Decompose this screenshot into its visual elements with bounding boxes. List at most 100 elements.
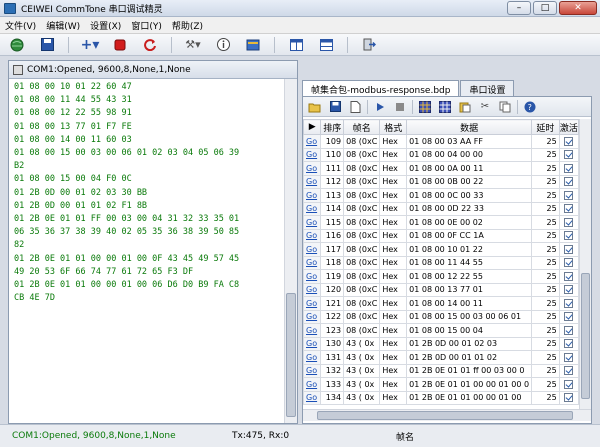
column-header-active[interactable]: 激活: [558, 119, 579, 135]
table-row[interactable]: Go 111 08 (0xC Hex 01 08 00 0A 00 11 25: [303, 161, 579, 176]
table-row[interactable]: Go 112 08 (0xC Hex 01 08 00 0B 00 22 25: [303, 174, 579, 189]
table-row[interactable]: Go 116 08 (0xC Hex 01 08 00 0F CC 1A 25: [303, 228, 579, 243]
go-link[interactable]: Go: [303, 201, 322, 216]
go-link[interactable]: Go: [303, 188, 322, 203]
help-icon[interactable]: ?: [522, 99, 538, 115]
go-link[interactable]: Go: [303, 390, 322, 405]
active-checkbox[interactable]: [564, 312, 574, 322]
frame-grid-hscroll[interactable]: [303, 409, 591, 421]
table-row[interactable]: Go 133 43 ( 0x Hex 01 2B 0E 01 01 00 00 01 0…: [303, 377, 579, 392]
active-checkbox[interactable]: [564, 150, 574, 160]
grid-remove-icon[interactable]: [437, 99, 453, 115]
table-row[interactable]: Go 115 08 (0xC Hex 01 08 00 0E 00 02 25: [303, 215, 579, 230]
go-link[interactable]: Go: [303, 323, 322, 338]
active-checkbox[interactable]: [564, 379, 574, 389]
table-row[interactable]: Go 120 08 (0xC Hex 01 08 00 13 77 01 25: [303, 282, 579, 297]
active-checkbox[interactable]: [564, 325, 574, 335]
new-file-icon[interactable]: [347, 99, 363, 115]
go-link[interactable]: Go: [303, 309, 322, 324]
copy-icon[interactable]: [497, 99, 513, 115]
table-row[interactable]: Go 134 43 ( 0x Hex 01 2B 0E 01 01 00 00 01 0…: [303, 390, 579, 405]
save-icon[interactable]: [38, 36, 56, 54]
active-checkbox[interactable]: [564, 204, 574, 214]
table-row[interactable]: Go 114 08 (0xC Hex 01 08 00 0D 22 33 25: [303, 201, 579, 216]
save-icon[interactable]: [327, 99, 343, 115]
go-link[interactable]: Go: [303, 161, 322, 176]
receive-scrollbar-thumb[interactable]: [286, 293, 296, 417]
table-row[interactable]: Go 113 08 (0xC Hex 01 08 00 0C 00 33 25: [303, 188, 579, 203]
go-link[interactable]: Go: [303, 134, 322, 149]
column-header-marker[interactable]: ▶: [303, 119, 322, 135]
table-row[interactable]: Go 123 08 (0xC Hex 01 08 00 15 00 04 25: [303, 323, 579, 338]
active-checkbox[interactable]: [564, 190, 574, 200]
frame-grid-vscroll-thumb[interactable]: [581, 273, 590, 399]
active-checkbox[interactable]: [564, 231, 574, 241]
menu-help[interactable]: 帮助(Z): [167, 19, 208, 32]
column-header-delay[interactable]: 延时: [531, 119, 560, 135]
cut-icon[interactable]: ✂: [477, 99, 493, 115]
go-link[interactable]: Go: [303, 377, 322, 392]
grid-add-icon[interactable]: [417, 99, 433, 115]
globe-icon[interactable]: [8, 36, 26, 54]
table-row[interactable]: Go 122 08 (0xC Hex 01 08 00 15 00 03 00 06 0…: [303, 309, 579, 324]
column-header-name[interactable]: 帧名: [343, 119, 381, 135]
active-checkbox[interactable]: [564, 285, 574, 295]
go-link[interactable]: Go: [303, 215, 322, 230]
menu-settings[interactable]: 设置(X): [85, 19, 126, 32]
exit-icon[interactable]: [360, 36, 378, 54]
column-header-seq[interactable]: 排序: [320, 119, 345, 135]
active-checkbox[interactable]: [564, 339, 574, 349]
table-row[interactable]: Go 132 43 ( 0x Hex 01 2B 0E 01 01 ff 00 03 0…: [303, 363, 579, 378]
active-checkbox[interactable]: [564, 258, 574, 268]
go-link[interactable]: Go: [303, 350, 322, 365]
open-folder-icon[interactable]: [307, 99, 323, 115]
go-link[interactable]: Go: [303, 174, 322, 189]
maximize-button[interactable]: □: [533, 1, 557, 15]
menu-edit[interactable]: 编辑(W): [41, 19, 85, 32]
refresh-icon[interactable]: [141, 36, 159, 54]
close-button[interactable]: ✕: [559, 1, 597, 15]
menu-window[interactable]: 窗口(Y): [126, 19, 167, 32]
table-row[interactable]: Go 117 08 (0xC Hex 01 08 00 10 01 22 25: [303, 242, 579, 257]
active-checkbox[interactable]: [564, 271, 574, 281]
go-link[interactable]: Go: [303, 336, 322, 351]
go-link[interactable]: Go: [303, 228, 322, 243]
go-link[interactable]: Go: [303, 282, 322, 297]
tools-icon[interactable]: ⚒▾: [184, 36, 202, 54]
go-link[interactable]: Go: [303, 147, 322, 162]
active-checkbox[interactable]: [564, 393, 574, 403]
info-icon[interactable]: [214, 36, 232, 54]
go-link[interactable]: Go: [303, 269, 322, 284]
table-row[interactable]: Go 121 08 (0xC Hex 01 08 00 14 00 11 25: [303, 296, 579, 311]
hex-output[interactable]: 01 08 00 10 01 22 60 47 01 08 00 11 44 55…: [11, 81, 285, 423]
active-checkbox[interactable]: [564, 298, 574, 308]
active-checkbox[interactable]: [564, 244, 574, 254]
table-row[interactable]: Go 130 43 ( 0x Hex 01 2B 0D 00 01 02 03 25: [303, 336, 579, 351]
go-link[interactable]: Go: [303, 296, 322, 311]
minimize-button[interactable]: –: [507, 1, 531, 15]
stop-icon[interactable]: [392, 99, 408, 115]
frame-grid-vscroll[interactable]: [579, 119, 591, 409]
active-checkbox[interactable]: [564, 163, 574, 173]
column-header-format[interactable]: 格式: [379, 119, 408, 135]
column-header-data[interactable]: 数据: [406, 119, 533, 135]
book-icon[interactable]: [244, 36, 262, 54]
go-link[interactable]: Go: [303, 363, 322, 378]
play-icon[interactable]: [372, 99, 388, 115]
active-checkbox[interactable]: [564, 366, 574, 376]
receive-scrollbar[interactable]: [284, 79, 297, 423]
go-link[interactable]: Go: [303, 255, 322, 270]
table-row[interactable]: Go 119 08 (0xC Hex 01 08 00 12 22 55 25: [303, 269, 579, 284]
split-horizontal-icon[interactable]: [317, 36, 335, 54]
active-checkbox[interactable]: [564, 177, 574, 187]
active-checkbox[interactable]: [564, 352, 574, 362]
active-checkbox[interactable]: [564, 217, 574, 227]
table-row[interactable]: Go 118 08 (0xC Hex 01 08 00 11 44 55 25: [303, 255, 579, 270]
menu-file[interactable]: 文件(V): [0, 19, 41, 32]
split-vertical-icon[interactable]: [287, 36, 305, 54]
paste-icon[interactable]: [457, 99, 473, 115]
stop-icon[interactable]: [111, 36, 129, 54]
add-icon[interactable]: +▾: [81, 36, 100, 54]
frame-grid-hscroll-thumb[interactable]: [317, 411, 573, 420]
table-row[interactable]: Go 109 08 (0xC Hex 01 08 00 03 AA FF 25: [303, 134, 579, 149]
